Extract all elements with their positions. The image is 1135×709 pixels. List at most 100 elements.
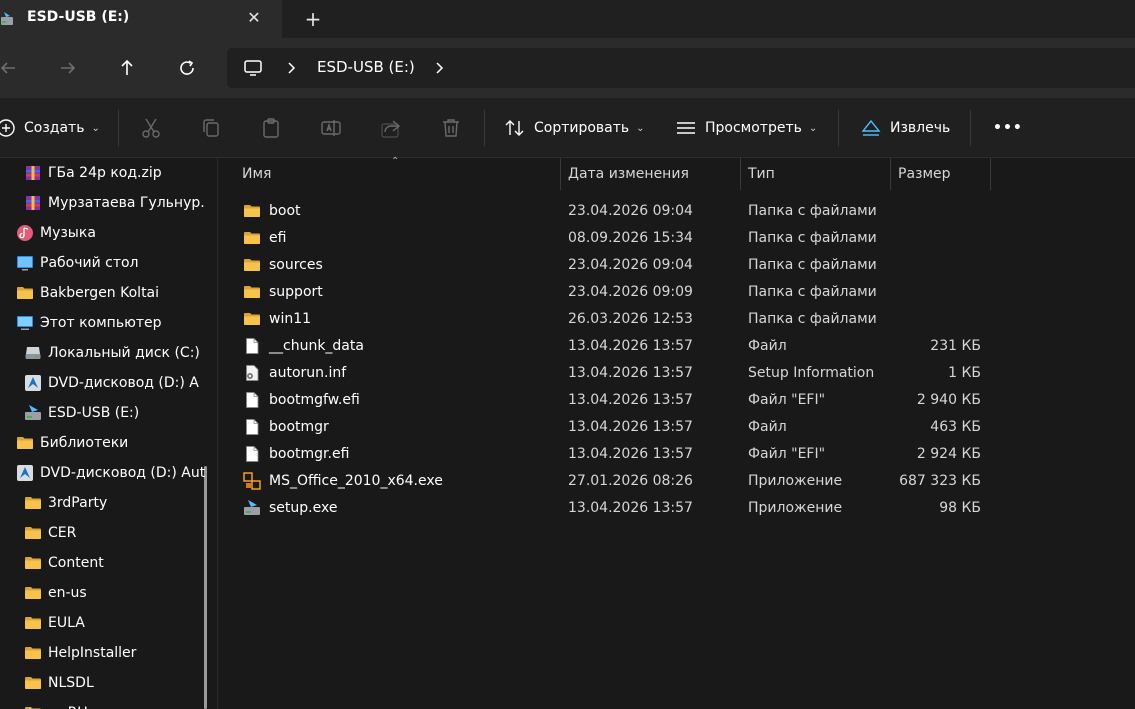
file-name: autorun.inf	[269, 365, 347, 381]
column-header-size[interactable]: Размер	[891, 158, 991, 190]
sidebar-item[interactable]: ГБа 24р код.zip	[24, 158, 162, 188]
file-row[interactable]: sources 23.04.2026 09:04 Папка с файлами	[219, 252, 1135, 279]
sidebar-item[interactable]: CER	[24, 518, 76, 548]
file-type: Файл "EFI"	[748, 392, 826, 408]
office-exe-icon	[243, 472, 261, 490]
sidebar-item[interactable]: DVD-дисковод (D:) Aut	[16, 458, 205, 488]
arrow-right-icon	[61, 62, 76, 74]
folder-icon	[243, 202, 261, 220]
sidebar-item[interactable]: NLSDL	[24, 668, 94, 698]
folder-icon	[243, 256, 261, 274]
delete-icon[interactable]	[439, 116, 463, 140]
column-divider[interactable]	[990, 158, 991, 190]
file-type: Папка с файлами	[748, 311, 877, 327]
sidebar-item-label: Музыка	[40, 225, 96, 241]
file-date: 26.03.2026 12:53	[568, 311, 693, 327]
rename-icon[interactable]	[319, 116, 343, 140]
sidebar-item-label: DVD-дисковод (D:) A	[48, 375, 199, 391]
sidebar-item[interactable]: Рабочий стол	[16, 248, 139, 278]
file-name: setup.exe	[269, 500, 338, 516]
file-date: 13.04.2026 13:57	[568, 419, 693, 435]
tab-esd-usb[interactable]: ESD-USB (E:) ✕	[0, 0, 282, 38]
divider	[118, 110, 119, 146]
up-button[interactable]	[113, 54, 141, 82]
sidebar-item[interactable]: en-us	[24, 578, 87, 608]
file-size: 463 КБ	[930, 419, 981, 435]
paste-icon[interactable]	[259, 116, 283, 140]
chevron-right-icon[interactable]	[433, 58, 447, 78]
file-size: 98 КБ	[939, 500, 981, 516]
breadcrumb-esd-usb[interactable]: ESD-USB (E:)	[317, 58, 415, 76]
setup-exe-icon	[243, 499, 261, 517]
sidebar-item-label: NLSDL	[48, 675, 94, 691]
file-date: 13.04.2026 13:57	[568, 392, 693, 408]
create-button[interactable]: Создать ⌄	[0, 112, 100, 144]
sidebar-item[interactable]: HelpInstaller	[24, 638, 136, 668]
file-row[interactable]: efi 08.09.2026 15:34 Папка с файлами	[219, 225, 1135, 252]
file-name: MS_Office_2010_x64.exe	[269, 473, 443, 489]
sidebar-item-label: Мурзатаева Гульнур.	[48, 195, 205, 211]
chevron-right-icon[interactable]	[285, 58, 299, 78]
sidebar-item[interactable]: ru-RU	[24, 698, 88, 709]
sidebar-item[interactable]: Библиотеки	[16, 428, 128, 458]
file-name: sources	[269, 257, 323, 273]
more-options-button[interactable]: •••	[993, 112, 1023, 144]
sidebar-item[interactable]: Bakbergen Koltai	[16, 278, 159, 308]
file-list: ⌃ Имя Дата изменения Тип Размер boot 23.0…	[219, 156, 1135, 709]
sidebar-item[interactable]: ESD-USB (E:)	[24, 398, 139, 428]
eject-icon	[861, 119, 881, 136]
file-row[interactable]: bootmgr 13.04.2026 13:57 Файл 463 КБ	[219, 414, 1135, 441]
sidebar-item-label: EULA	[48, 615, 85, 631]
close-tab-icon[interactable]: ✕	[242, 6, 266, 30]
file-row[interactable]: autorun.inf 13.04.2026 13:57 Setup Informa…	[219, 360, 1135, 387]
sidebar-scrollbar[interactable]	[204, 466, 207, 709]
column-header-type[interactable]: Тип	[741, 158, 891, 190]
file-size: 231 КБ	[930, 338, 981, 354]
usb-drive-icon	[24, 404, 42, 422]
folder-icon	[243, 229, 261, 247]
file-row[interactable]: support 23.04.2026 09:09 Папка с файлами	[219, 279, 1135, 306]
sidebar-item[interactable]: 3rdParty	[24, 488, 107, 518]
file-row[interactable]: win11 26.03.2026 12:53 Папка с файлами	[219, 306, 1135, 333]
file-row[interactable]: setup.exe 13.04.2026 13:57 Приложение 98 КБ	[219, 495, 1135, 522]
file-row[interactable]: bootmgfw.efi 13.04.2026 13:57 Файл "EFI" 2 …	[219, 387, 1135, 414]
file-type: Папка с файлами	[748, 284, 877, 300]
cut-icon[interactable]	[139, 116, 163, 140]
sidebar-item[interactable]: Локальный диск (C:)	[24, 338, 200, 368]
file-type: Приложение	[748, 500, 843, 516]
eject-button[interactable]: Извлечь	[860, 112, 950, 144]
view-button[interactable]: Просмотреть ⌄	[675, 112, 817, 144]
refresh-button[interactable]	[173, 54, 201, 82]
file-name: boot	[269, 203, 301, 219]
file-icon	[243, 418, 261, 436]
file-row[interactable]: bootmgr.efi 13.04.2026 13:57 Файл "EFI" 2 9…	[219, 441, 1135, 468]
copy-icon[interactable]	[199, 116, 223, 140]
sidebar-item[interactable]: Content	[24, 548, 104, 578]
file-name: bootmgr.efi	[269, 446, 350, 462]
sidebar-item-label: DVD-дисковод (D:) Aut	[40, 465, 206, 481]
column-header-date[interactable]: Дата изменения	[561, 158, 741, 190]
sort-button[interactable]: Сортировать ⌄	[504, 112, 645, 144]
sidebar-item-label: Рабочий стол	[40, 255, 139, 271]
address-bar[interactable]: ESD-USB (E:)	[227, 48, 1135, 88]
back-button[interactable]	[0, 54, 22, 82]
file-name: win11	[269, 311, 312, 327]
file-row[interactable]: boot 23.04.2026 09:04 Папка с файлами	[219, 198, 1135, 225]
file-row[interactable]: __chunk_data 13.04.2026 13:57 Файл 231 КБ	[219, 333, 1135, 360]
sidebar-item[interactable]: DVD-дисковод (D:) A	[24, 368, 199, 398]
view-label: Просмотреть	[705, 120, 802, 136]
sidebar-item-label: Библиотеки	[40, 435, 129, 451]
column-header-name[interactable]: Имя	[235, 158, 559, 190]
forward-button[interactable]	[54, 54, 82, 82]
sidebar-item[interactable]: Мурзатаева Гульнур.	[24, 188, 205, 218]
sidebar-item[interactable]: Музыка	[16, 218, 96, 248]
sidebar-item[interactable]: Этот компьютер	[16, 308, 162, 338]
arrow-left-icon	[0, 62, 15, 74]
computer-icon	[244, 60, 262, 76]
sidebar-item-label: HelpInstaller	[48, 645, 137, 661]
file-row[interactable]: MS_Office_2010_x64.exe 27.01.2026 08:26 Пр…	[219, 468, 1135, 495]
share-icon[interactable]	[379, 116, 403, 140]
sidebar-item[interactable]: EULA	[24, 608, 85, 638]
create-label: Создать	[24, 120, 85, 136]
new-tab-button[interactable]: +	[300, 6, 326, 32]
